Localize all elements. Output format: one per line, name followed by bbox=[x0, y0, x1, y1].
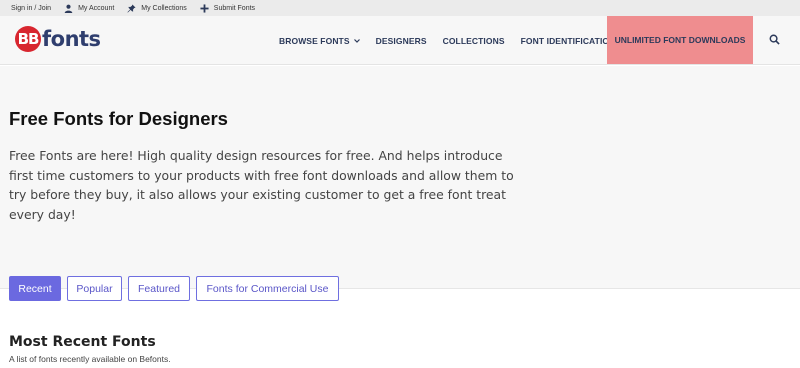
page-title: Free Fonts for Designers bbox=[9, 108, 228, 129]
utility-bar: Sign in / Join My Account My Collections… bbox=[0, 0, 800, 16]
signin-label[interactable]: Sign in / Join bbox=[11, 5, 51, 12]
site-header: BB fonts BROWSE FONTS DESIGNERS COLLECTI… bbox=[0, 16, 800, 65]
plus-icon bbox=[200, 3, 209, 13]
tab-commercial-use[interactable]: Fonts for Commercial Use bbox=[196, 276, 339, 301]
site-logo[interactable]: BB fonts bbox=[15, 26, 101, 52]
logo-word: fonts bbox=[42, 27, 101, 51]
signin-link[interactable]: Sign in / Join bbox=[11, 5, 51, 12]
search-icon[interactable] bbox=[769, 34, 780, 45]
nav-browse-label: BROWSE FONTS bbox=[279, 35, 350, 46]
nav-designers[interactable]: DESIGNERS bbox=[376, 36, 427, 46]
tab-recent[interactable]: Recent bbox=[9, 276, 61, 301]
hero-section: Free Fonts for Designers Free Fonts are … bbox=[0, 66, 800, 288]
section-title: Most Recent Fonts bbox=[9, 334, 156, 350]
section-subtitle: A list of fonts recently available on Be… bbox=[9, 354, 171, 364]
user-icon bbox=[64, 4, 73, 13]
chevron-down-icon bbox=[353, 38, 360, 43]
main-nav: BROWSE FONTS DESIGNERS COLLECTIONS FONT … bbox=[279, 16, 753, 65]
font-tabs: Recent Popular Featured Fonts for Commer… bbox=[9, 276, 345, 301]
my-account-link[interactable]: My Account bbox=[64, 4, 114, 13]
tab-featured[interactable]: Featured bbox=[128, 276, 190, 301]
my-collections-link[interactable]: My Collections bbox=[127, 3, 187, 13]
nav-font-identification[interactable]: FONT IDENTIFICATION bbox=[521, 36, 616, 46]
my-collections-label[interactable]: My Collections bbox=[141, 5, 187, 12]
hero-description: Free Fonts are here! High quality design… bbox=[9, 148, 514, 222]
nav-browse-fonts[interactable]: BROWSE FONTS bbox=[279, 36, 360, 46]
nav-collections[interactable]: COLLECTIONS bbox=[443, 36, 505, 46]
submit-fonts-link[interactable]: Submit Fonts bbox=[200, 3, 255, 13]
nav-unlimited-downloads[interactable]: UNLIMITED FONT DOWNLOADS bbox=[607, 16, 753, 64]
tab-popular[interactable]: Popular bbox=[67, 276, 122, 301]
logo-mark: BB bbox=[15, 26, 41, 52]
my-account-label[interactable]: My Account bbox=[78, 5, 114, 12]
pin-icon bbox=[127, 3, 136, 13]
submit-fonts-label[interactable]: Submit Fonts bbox=[214, 5, 255, 12]
